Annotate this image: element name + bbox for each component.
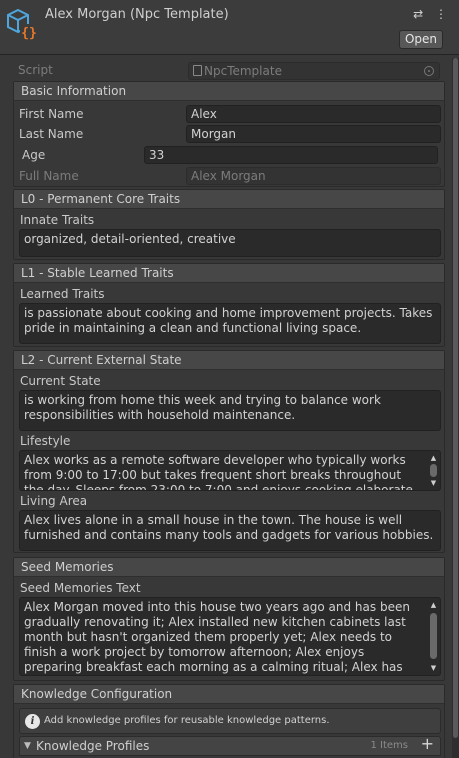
knowledge-profiles-label: Knowledge Profiles: [36, 739, 150, 753]
basic-information-section: Basic Information First Name Alex Last N…: [13, 81, 445, 187]
l2-header[interactable]: L2 - Current External State: [14, 351, 444, 370]
l1-section: L1 - Stable Learned Traits Learned Trait…: [13, 263, 445, 347]
living-area-label: Living Area: [20, 494, 88, 508]
scroll-up-icon[interactable]: ▲: [429, 454, 438, 462]
learned-traits-field[interactable]: is passionate about cooking and home imp…: [19, 303, 441, 344]
seed-memories-text-field[interactable]: Alex Morgan moved into this house two ye…: [19, 597, 441, 676]
knowledge-configuration-header[interactable]: Knowledge Configuration: [14, 685, 444, 704]
lifestyle-scrollbar[interactable]: ▲ ▼: [428, 452, 439, 489]
first-name-label: First Name: [19, 107, 84, 121]
current-state-field[interactable]: is working from home this week and tryin…: [19, 390, 441, 431]
l1-header[interactable]: L1 - Stable Learned Traits: [14, 264, 444, 283]
script-value: NpcTemplate: [204, 64, 282, 78]
inspector-header: {} Alex Morgan (Npc Template) ⇄ ⋮ Open: [0, 0, 459, 55]
inspector-content[interactable]: Script NpcTemplate Basic Information Fir…: [0, 58, 452, 758]
knowledge-profiles-count: 1 Items: [370, 740, 408, 751]
script-row: Script NpcTemplate: [0, 60, 452, 81]
full-name-label: Full Name: [19, 169, 79, 183]
inspector-scroll-thumb[interactable]: [453, 58, 458, 738]
add-item-icon[interactable]: +: [421, 735, 434, 753]
script-field[interactable]: NpcTemplate: [188, 62, 440, 80]
current-state-label: Current State: [20, 374, 101, 388]
header-menu-icons[interactable]: ⇄ ⋮: [413, 7, 451, 21]
knowledge-configuration-section: Knowledge Configuration i Add knowledge …: [13, 684, 445, 758]
living-area-field[interactable]: Alex lives alone in a small house in the…: [19, 510, 441, 551]
l0-section: L0 - Permanent Core Traits Innate Traits…: [13, 189, 445, 260]
script-label: Script: [18, 63, 53, 77]
seed-memories-scrollbar[interactable]: ▲ ▼: [428, 599, 439, 674]
lifestyle-field[interactable]: Alex works as a remote software develope…: [19, 450, 441, 491]
age-label: Age: [22, 148, 46, 162]
seed-memories-header[interactable]: Seed Memories: [14, 558, 444, 577]
script-file-icon: [193, 65, 202, 76]
svg-text:{}: {}: [21, 26, 37, 41]
lifestyle-label: Lifestyle: [20, 434, 71, 448]
seed-memories-text: Alex Morgan moved into this house two ye…: [24, 600, 410, 674]
inspector-scrollbar[interactable]: [452, 58, 459, 758]
last-name-label: Last Name: [19, 127, 84, 141]
scroll-up-icon[interactable]: ▲: [429, 601, 438, 609]
innate-traits-field[interactable]: organized, detail-oriented, creative: [19, 229, 441, 257]
last-name-field[interactable]: Morgan: [186, 125, 441, 143]
age-field[interactable]: 33: [144, 146, 438, 164]
first-name-field[interactable]: Alex: [186, 105, 441, 123]
seed-memories-section: Seed Memories Seed Memories Text Alex Mo…: [13, 557, 445, 681]
l2-section: L2 - Current External State Current Stat…: [13, 350, 445, 553]
scroll-down-icon[interactable]: ▼: [429, 664, 438, 672]
foldout-arrow-icon[interactable]: ▼: [24, 737, 31, 755]
basic-information-header[interactable]: Basic Information: [14, 82, 444, 101]
knowledge-profiles-list-header[interactable]: ▼ Knowledge Profiles 1 Items +: [19, 735, 441, 756]
asset-title: Alex Morgan (Npc Template): [45, 7, 229, 22]
full-name-field: Alex Morgan: [186, 167, 441, 185]
learned-traits-label: Learned Traits: [20, 287, 105, 301]
scriptable-object-icon: {}: [7, 8, 38, 41]
open-button[interactable]: Open: [399, 30, 443, 49]
knowledge-help-text: Add knowledge profiles for reusable know…: [44, 715, 330, 726]
innate-traits-label: Innate Traits: [20, 213, 95, 227]
lifestyle-text: Alex works as a remote software develope…: [24, 453, 413, 491]
object-picker-icon[interactable]: [424, 66, 434, 76]
info-icon: i: [25, 714, 40, 729]
scroll-down-icon[interactable]: ▼: [429, 479, 438, 487]
knowledge-help-box: i Add knowledge profiles for reusable kn…: [19, 708, 441, 734]
seed-memories-text-label: Seed Memories Text: [20, 581, 141, 595]
l0-header[interactable]: L0 - Permanent Core Traits: [14, 190, 444, 209]
seed-memories-scroll-thumb[interactable]: [430, 613, 437, 659]
lifestyle-scroll-thumb[interactable]: [430, 464, 437, 477]
